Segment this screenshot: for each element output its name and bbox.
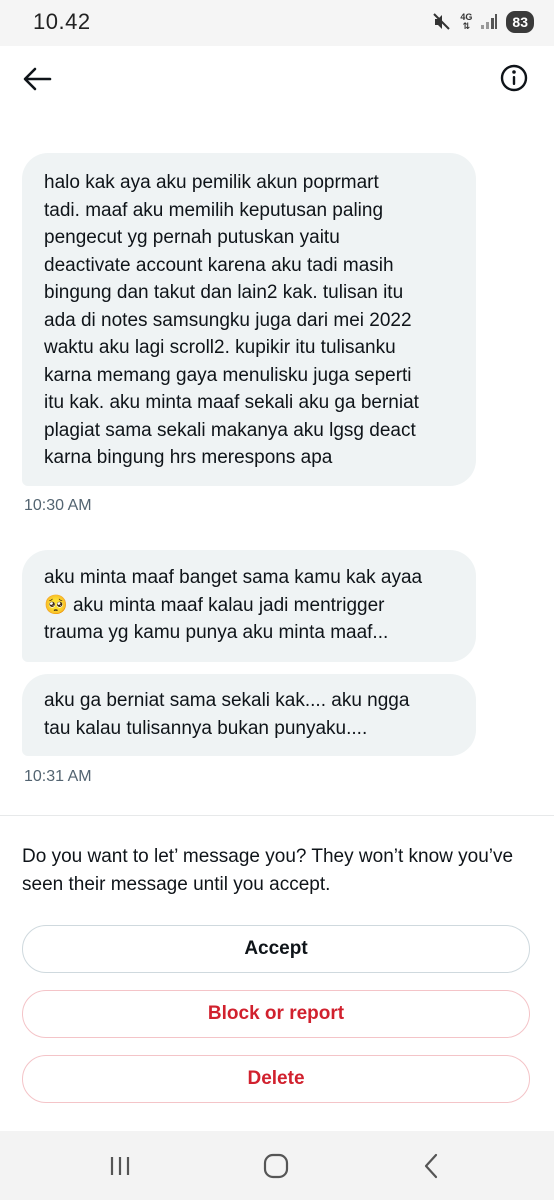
message-timestamp: 10:30 AM bbox=[24, 497, 92, 514]
arrow-left-icon[interactable] bbox=[20, 62, 54, 96]
divider bbox=[0, 815, 554, 816]
message-request-prompt: Do you want to let’ message you? They wo… bbox=[22, 846, 514, 895]
home-icon[interactable] bbox=[256, 1151, 296, 1181]
nav-back-icon[interactable] bbox=[412, 1151, 452, 1181]
system-nav-bar bbox=[0, 1131, 554, 1200]
conversation-header bbox=[0, 46, 554, 110]
status-icons: 4G ⇅ 83 bbox=[432, 9, 534, 35]
network-indicator: 4G ⇅ bbox=[460, 13, 472, 31]
info-circle-icon[interactable] bbox=[498, 62, 530, 94]
signal-icon bbox=[481, 14, 498, 29]
pleading-face-emoji: 🥺 bbox=[44, 594, 68, 616]
battery-indicator: 83 bbox=[506, 11, 534, 33]
mute-icon bbox=[433, 13, 451, 30]
accept-button[interactable]: Accept bbox=[22, 925, 530, 973]
status-time: 10.42 bbox=[33, 9, 91, 34]
message-timestamp: 10:31 AM bbox=[24, 768, 92, 785]
recent-apps-icon[interactable] bbox=[100, 1151, 140, 1181]
status-bar: 10.42 4G ⇅ 83 bbox=[0, 0, 554, 46]
data-arrows-icon: ⇅ bbox=[462, 21, 471, 31]
message-bubble[interactable]: halo kak aya aku pemilik akun poprmart t… bbox=[22, 153, 476, 486]
block-or-report-button[interactable]: Block or report bbox=[22, 990, 530, 1038]
message-text: aku minta maaf banget sama kamu kak ayaa bbox=[44, 567, 423, 588]
message-bubble[interactable]: aku ga berniat sama sekali kak.... aku n… bbox=[22, 674, 476, 756]
message-bubble[interactable]: aku minta maaf banget sama kamu kak ayaa… bbox=[22, 550, 476, 662]
delete-button[interactable]: Delete bbox=[22, 1055, 530, 1103]
message-text: aku minta maaf kalau jadi mentrigger tra… bbox=[44, 594, 389, 644]
